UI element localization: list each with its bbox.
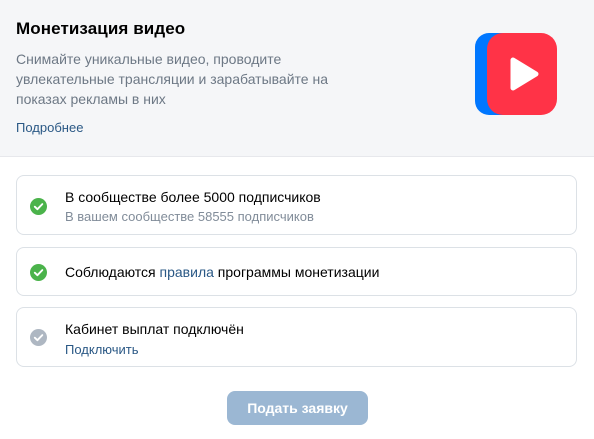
requirement-title: Соблюдаются правила программы монетизаци…	[65, 263, 379, 281]
requirement-rules: Соблюдаются правила программы монетизаци…	[16, 247, 577, 296]
check-circle-icon	[30, 198, 47, 215]
check-circle-pending-icon	[30, 329, 47, 346]
video-monetization-page: Монетизация видео Снимайте уникальные ви…	[0, 0, 594, 439]
submit-application-button[interactable]: Подать заявку	[227, 391, 368, 425]
requirement-title: Кабинет выплат подключён	[65, 321, 244, 337]
requirement-subtitle: В вашем сообществе 58555 подписчиков	[65, 209, 314, 224]
requirement-title-end: программы монетизации	[213, 264, 380, 280]
page-title: Монетизация видео	[16, 19, 186, 38]
vk-video-play-icon	[475, 33, 557, 115]
check-circle-icon	[30, 264, 47, 281]
connect-link[interactable]: Подключить	[65, 342, 139, 358]
requirement-payout-account: Кабинет выплат подключён Подключить	[16, 307, 577, 367]
learn-more-link[interactable]: Подробнее	[16, 120, 83, 136]
promo-banner: Монетизация видео Снимайте уникальные ви…	[0, 0, 594, 157]
rules-link[interactable]: правила	[160, 264, 214, 280]
requirement-title: В сообществе более 5000 подписчиков	[65, 189, 321, 205]
promo-description: Снимайте уникальные видео, проводите увл…	[16, 51, 328, 107]
requirement-subscribers: В сообществе более 5000 подписчиков В ва…	[16, 175, 577, 235]
requirement-title-start: Соблюдаются	[65, 264, 160, 280]
